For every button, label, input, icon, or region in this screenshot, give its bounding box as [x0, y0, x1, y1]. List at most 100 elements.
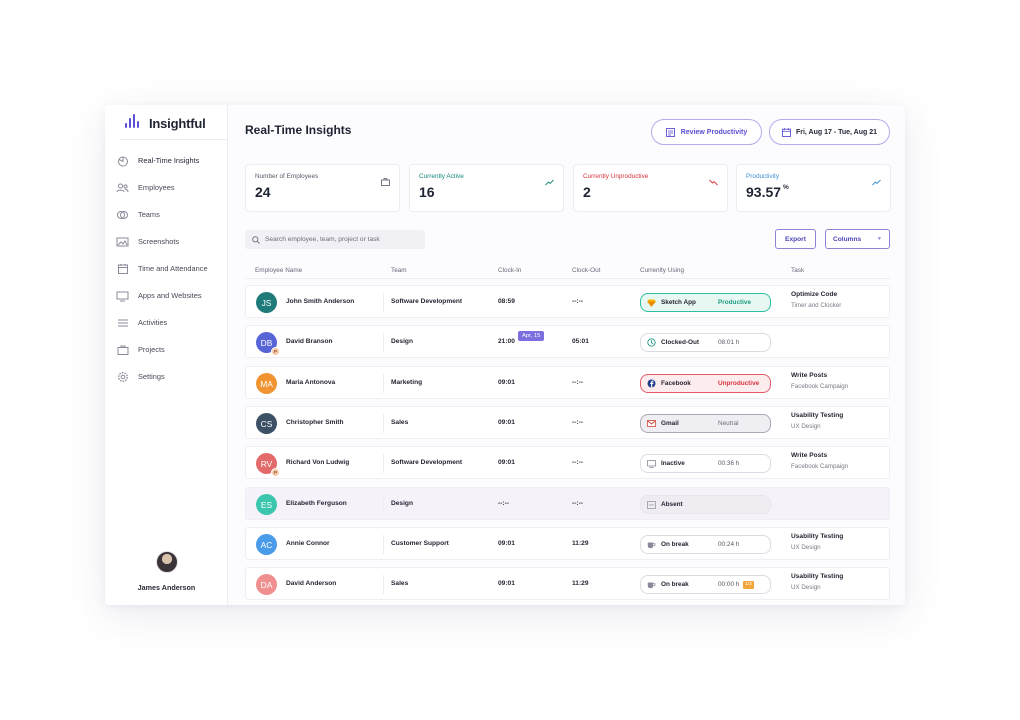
task-name: Optimize Code: [791, 291, 838, 298]
project-name: Facebook Campaign: [791, 383, 849, 390]
avatar: DB P: [256, 332, 280, 356]
employee-name: Richard Von Ludwig: [286, 459, 350, 466]
clock-in: 09:01: [498, 580, 515, 587]
table-row[interactable]: DA David Anderson Sales 09:01 11:29 On b…: [245, 567, 890, 600]
employee-name: Christopher Smith: [286, 419, 344, 426]
team: Marketing: [391, 379, 423, 386]
team: Sales: [391, 419, 409, 426]
task-name: Write Posts: [791, 452, 828, 459]
sidebar-item-settings[interactable]: Settings: [105, 363, 228, 390]
sidebar: Insightful Real-Time Insights Employees: [105, 105, 228, 605]
sidebar-item-label: Real-Time Insights: [138, 156, 200, 165]
project-badge: P: [271, 347, 280, 356]
sidebar-item-time-and-attendance[interactable]: Time and Attendance: [105, 255, 228, 282]
trend-up-icon: [872, 173, 881, 191]
clock-in: 09:01: [498, 540, 515, 547]
currently-using-pill[interactable]: Inactive 00:36 h: [640, 454, 771, 473]
screenshots-icon: [116, 235, 129, 248]
task-cell: Optimize Code Timer and Clocker: [791, 291, 841, 309]
column-header-task[interactable]: Task: [791, 267, 804, 274]
productivity-value: 93.57: [746, 184, 782, 200]
stat-value: 93.57%: [746, 184, 881, 200]
task-name: Usability Testing: [791, 533, 844, 540]
task-name: Usability Testing: [791, 573, 844, 580]
employee-name: Maria Antonova: [286, 379, 336, 386]
currently-using-pill[interactable]: Facebook Unproductive: [640, 374, 771, 393]
team: Software Development: [391, 459, 463, 466]
project-badge: P: [271, 468, 280, 477]
currently-using-pill[interactable]: On break 00:00 h 1/3: [640, 575, 771, 594]
app-name: Absent: [661, 501, 683, 508]
task-cell: Write Posts Facebook Campaign: [791, 452, 848, 470]
search-input[interactable]: [265, 236, 415, 243]
currently-using-pill[interactable]: Gmail Neutral: [640, 414, 771, 433]
task-cell: Usability Testing UX Design: [791, 573, 843, 591]
current-user[interactable]: James Anderson: [105, 551, 228, 592]
column-header-clock-in[interactable]: Clock-In: [498, 267, 521, 274]
sidebar-item-employees[interactable]: Employees: [105, 174, 228, 201]
sidebar-item-label: Screenshots: [138, 237, 180, 246]
divider: [119, 139, 227, 140]
app-name: On break: [661, 581, 689, 588]
divider: [383, 374, 384, 393]
table-row[interactable]: AC Annie Connor Customer Support 09:01 1…: [245, 527, 890, 560]
project-name: Facebook Campaign: [791, 463, 849, 470]
currently-using-pill[interactable]: Clocked-Out 08:01 h: [640, 333, 771, 352]
employee-name: David Branson: [286, 338, 333, 345]
column-header-employee-name[interactable]: Employee Name: [255, 267, 302, 274]
sidebar-item-real-time-insights[interactable]: Real-Time Insights: [105, 147, 228, 174]
calendar-icon: [116, 262, 129, 275]
app-name: Inactive: [661, 460, 685, 467]
sketch-icon: [647, 298, 656, 307]
table-row[interactable]: ES Elizabeth Ferguson Design --:-- --:--…: [245, 487, 890, 520]
employees-icon: [116, 181, 129, 194]
sidebar-item-teams[interactable]: Teams: [105, 201, 228, 228]
stat-label: Productivity: [746, 173, 780, 180]
calendar-icon: [782, 127, 791, 137]
stat-value: 16: [419, 184, 435, 200]
sidebar-item-label: Employees: [138, 183, 175, 192]
project-name: Timer and Clocker: [791, 302, 842, 309]
logo[interactable]: Insightful: [125, 114, 206, 131]
currently-using-pill[interactable]: Sketch App Productive: [640, 293, 771, 312]
column-header-team[interactable]: Team: [391, 267, 407, 274]
table-row[interactable]: DB P David Branson Design 21:00 Apr, 15 0…: [245, 325, 890, 358]
insightful-logo-icon: [125, 114, 143, 131]
currently-using-pill[interactable]: On break 00:24 h: [640, 535, 771, 554]
avatar: AC: [256, 534, 277, 555]
trend-down-icon: [709, 173, 718, 191]
sidebar-item-label: Apps and Websites: [138, 291, 202, 300]
column-header-currently-using[interactable]: Currenlty Using: [640, 267, 684, 274]
clock-out: 05:01: [572, 338, 589, 345]
duration: 00:00 h: [718, 581, 740, 588]
app-name: On break: [661, 541, 689, 548]
avatar: RV P: [256, 453, 280, 477]
sidebar-item-screenshots[interactable]: Screenshots: [105, 228, 228, 255]
table-row[interactable]: JS John Smith Anderson Software Developm…: [245, 285, 890, 318]
columns-dropdown[interactable]: Columns ▼: [825, 229, 890, 249]
stat-value: 24: [255, 184, 271, 200]
main-content: Real-Time Insights Review Productivity F…: [228, 105, 905, 605]
table-row[interactable]: CS Christopher Smith Sales 09:01 --:-- G…: [245, 406, 890, 439]
stat-label: Currently Unproductive: [583, 173, 649, 180]
clock-out: --:--: [572, 298, 583, 305]
date-range-picker[interactable]: Fri, Aug 17 - Tue, Aug 21: [769, 119, 890, 145]
sidebar-item-label: Projects: [138, 345, 165, 354]
column-header-clock-out[interactable]: Clock-Out: [572, 267, 600, 274]
table-row[interactable]: RV P Richard Von Ludwig Software Developm…: [245, 446, 890, 479]
currently-using-pill[interactable]: Absent: [640, 495, 771, 514]
sidebar-item-projects[interactable]: Projects: [105, 336, 228, 363]
app-name: Facebook: [661, 380, 691, 387]
table-row[interactable]: MA Maria Antonova Marketing 09:01 --:-- …: [245, 366, 890, 399]
coffee-icon: [647, 580, 656, 589]
status-badge: Productive: [718, 299, 752, 306]
export-button[interactable]: Export: [775, 229, 816, 249]
review-productivity-button[interactable]: Review Productivity: [651, 119, 762, 145]
team: Customer Support: [391, 540, 449, 547]
sidebar-item-apps-and-websites[interactable]: Apps and Websites: [105, 282, 228, 309]
briefcase-icon: [116, 343, 129, 356]
search-box: [245, 230, 425, 249]
clock-in: --:--: [498, 500, 509, 507]
date-range-label: Fri, Aug 17 - Tue, Aug 21: [795, 128, 878, 136]
sidebar-item-activities[interactable]: Activities: [105, 309, 228, 336]
